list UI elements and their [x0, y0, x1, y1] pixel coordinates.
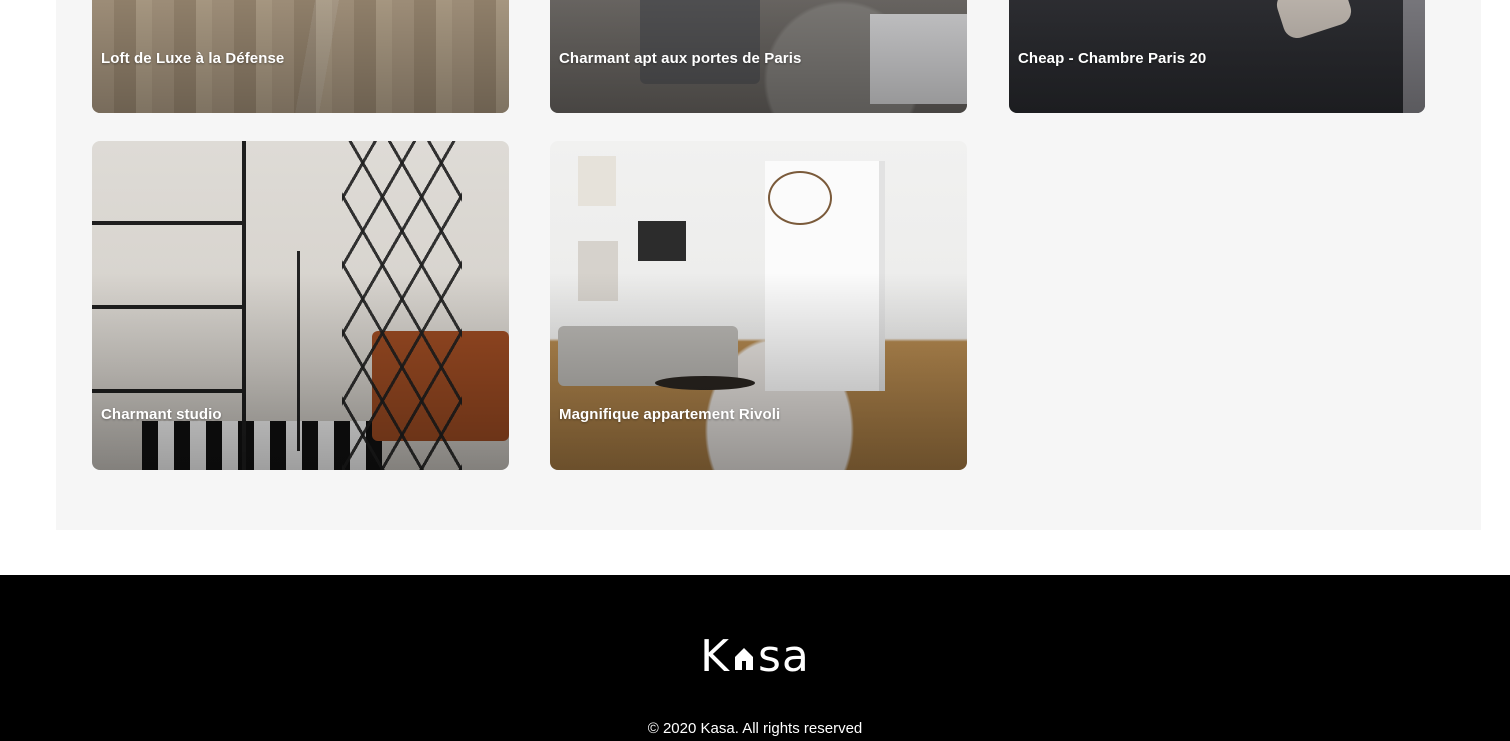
listing-title: Cheap - Chambre Paris 20	[1018, 50, 1207, 67]
listing-card[interactable]: Magnifique appartement Rivoli	[550, 141, 967, 470]
logo-letters-sa: sa	[757, 631, 810, 682]
copyright-text: © 2020 Kasa. All rights reserved	[647, 720, 863, 737]
listings-gallery: Loft de Luxe à la Défense Charmant apt a…	[56, 0, 1481, 530]
house-icon	[734, 648, 753, 670]
listing-title: Charmant apt aux portes de Paris	[559, 50, 802, 67]
listing-card[interactable]: Loft de Luxe à la Défense	[92, 0, 509, 113]
listing-card[interactable]: Charmant studio	[92, 141, 509, 470]
logo-letter-k: K	[700, 631, 730, 682]
listing-card[interactable]: Cheap - Chambre Paris 20	[1009, 0, 1425, 113]
listing-title: Magnifique appartement Rivoli	[559, 406, 781, 423]
listing-title: Charmant studio	[101, 406, 222, 423]
site-footer: K sa © 2020 Kasa. All rights reserved	[0, 575, 1510, 741]
kasa-logo: K sa	[0, 631, 1510, 682]
listing-card[interactable]: Charmant apt aux portes de Paris	[550, 0, 967, 113]
listing-title: Loft de Luxe à la Défense	[101, 50, 285, 67]
